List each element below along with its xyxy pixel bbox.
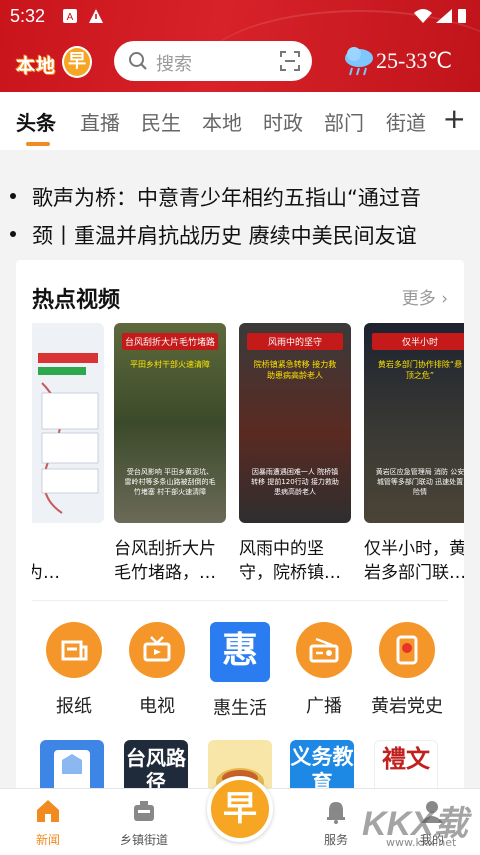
tab-politics[interactable]: 时政 bbox=[263, 107, 303, 136]
video-card[interactable]: 仅半小时 黄岩多部门协作排除“悬顶之危” 黄岩区应急管理局 消防 公安 城管等多… bbox=[364, 323, 464, 585]
channel-tabs: 头条 直播 民生 本地 时政 部门 街道 + bbox=[0, 92, 480, 150]
thumbnail-caption: 台风刮折大片毛竹堵路 bbox=[122, 333, 218, 350]
tab-live[interactable]: 直播 bbox=[80, 107, 120, 136]
video-thumbnail: 风雨中的坚守 院桥镇紧急转移 接力救助患病高龄老人 因暴雨遭遇困难一人 院桥镇转… bbox=[239, 323, 351, 523]
section-divider bbox=[32, 600, 448, 601]
service-label: 广播 bbox=[306, 696, 342, 717]
search-placeholder: 搜索 bbox=[156, 54, 192, 75]
thumbnail-subcaption: 院桥镇紧急转移 接力救助患病高龄老人 bbox=[253, 360, 337, 380]
video-card[interactable]: “巴 減弱为… bbox=[32, 323, 104, 585]
news-item[interactable]: 颈丨重温并肩抗战历史 赓续中美民间友谊 bbox=[10, 220, 417, 250]
thumbnail-body-text: 因暴雨遭遇困难一人 院桥镇转移 提前120行动 接力救助患病高龄老人 bbox=[251, 468, 339, 496]
tab-headline[interactable]: 头条 bbox=[16, 107, 56, 136]
tab-departments[interactable]: 部门 bbox=[324, 107, 364, 136]
service-tv[interactable]: 电视 bbox=[119, 622, 195, 718]
service-label: 电视 bbox=[139, 696, 175, 717]
wifi-icon bbox=[414, 9, 432, 23]
logo-badge: 早 bbox=[62, 46, 92, 78]
news-headline: 歌声为桥：中意青少年相约五指山“通过音 bbox=[32, 186, 421, 210]
logo-text: 本地 bbox=[16, 56, 57, 77]
warning-icon bbox=[89, 9, 103, 23]
video-thumbnail bbox=[32, 323, 104, 523]
add-channel-icon[interactable]: + bbox=[443, 102, 466, 135]
nav-news[interactable]: 新闻 bbox=[8, 797, 88, 848]
video-thumbnail: 台风刮折大片毛竹堵路 平田乡村干部火速清障 受台风影响 平田乡黄泥坑、雷岭村等多… bbox=[114, 323, 226, 523]
video-carousel[interactable]: “巴 減弱为… 台风刮折大片毛竹堵路 平田乡村干部火速清障 受台风影响 平田乡黄… bbox=[32, 323, 464, 593]
nav-label: 乡镇街道 bbox=[119, 833, 168, 847]
thumbnail-body-text: 黄岩区应急管理局 消防 公安 城管等多部门联动 迅速处置险情 bbox=[375, 468, 464, 496]
culture-label: 禮文 bbox=[382, 745, 430, 773]
more-label: 更多 bbox=[401, 289, 436, 309]
video-thumbnail: 仅半小时 黄岩多部门协作排除“悬顶之危” 黄岩区应急管理局 消防 公安 城管等多… bbox=[364, 323, 464, 523]
thumbnail-subcaption: 黄岩多部门协作排除“悬顶之危” bbox=[377, 360, 463, 380]
video-title: “巴 減弱为… bbox=[32, 563, 60, 583]
zao-center-icon[interactable]: 早 bbox=[207, 776, 273, 842]
radio-icon bbox=[296, 622, 352, 678]
service-radio[interactable]: 广播 bbox=[286, 622, 362, 718]
weather-temperature: 25-33℃ bbox=[376, 48, 453, 73]
active-tab-indicator bbox=[26, 142, 50, 146]
video-card[interactable]: 台风刮折大片毛竹堵路 平田乡村干部火速清障 受台风影响 平田乡黄泥坑、雷岭村等多… bbox=[114, 323, 226, 585]
bullet-icon bbox=[10, 193, 16, 199]
service-newspaper[interactable]: 报纸 bbox=[36, 622, 112, 718]
tab-streets[interactable]: 街道 bbox=[386, 107, 426, 136]
town-icon bbox=[134, 801, 154, 821]
nav-label: 新闻 bbox=[35, 833, 60, 847]
bell-icon bbox=[327, 802, 345, 824]
section-title: 热点视频 bbox=[32, 288, 121, 313]
svg-text:A: A bbox=[67, 12, 74, 23]
search-icon bbox=[129, 52, 147, 70]
scan-icon[interactable] bbox=[280, 51, 300, 71]
tab-livelihood[interactable]: 民生 bbox=[141, 107, 181, 136]
chevron-right-icon: › bbox=[441, 289, 448, 309]
service-hui-life[interactable]: 惠 惠生活 bbox=[202, 622, 278, 720]
tv-icon bbox=[129, 622, 185, 678]
bullet-icon bbox=[10, 231, 16, 237]
newspaper-icon bbox=[46, 622, 102, 678]
party-history-icon bbox=[379, 622, 435, 678]
video-title: 台风刮折大片毛竹堵路，… bbox=[114, 539, 216, 583]
more-link[interactable]: 更多 › bbox=[402, 284, 448, 309]
app-logo[interactable]: 本地 早 bbox=[14, 46, 92, 80]
news-headline: 颈丨重温并肩抗战历史 赓续中美民间友谊 bbox=[32, 224, 417, 248]
thumbnail-caption: 风雨中的坚守 bbox=[247, 333, 343, 350]
news-ticker: 歌声为桥：中意青少年相约五指山“通过音 颈丨重温并肩抗战历史 赓续中美民间友谊 bbox=[0, 150, 480, 260]
home-icon bbox=[37, 800, 59, 822]
battery-icon bbox=[458, 9, 466, 23]
video-title: 仅半小时，黄岩多部门联… bbox=[364, 539, 464, 583]
tab-local[interactable]: 本地 bbox=[202, 107, 242, 136]
thumbnail-body-text: 受台风影响 平田乡黄泥坑、雷岭村等多条山路被刮倒的毛竹堵塞 村干部火速清障 bbox=[124, 468, 216, 496]
service-label: 黄岩党史 bbox=[371, 696, 443, 717]
typhoon-path-label: 台风路径 bbox=[126, 746, 186, 794]
service-label: 惠生活 bbox=[213, 698, 267, 719]
video-card[interactable]: 风雨中的坚守 院桥镇紧急转移 接力救助患病高龄老人 因暴雨遭遇困难一人 院桥镇转… bbox=[239, 323, 351, 585]
news-item[interactable]: 歌声为桥：中意青少年相约五指山“通过音 bbox=[10, 182, 421, 212]
status-time: 5:32 bbox=[10, 6, 46, 26]
search-box[interactable]: 搜索 bbox=[114, 41, 312, 81]
thumbnail-subcaption: 平田乡村干部火速清障 bbox=[130, 360, 210, 369]
watermark-url: www.kkx.net bbox=[386, 836, 457, 849]
signal-icon bbox=[436, 9, 452, 23]
hot-video-card: 热点视频 更多 › “巴 減弱为… 台风刮折大片毛竹堵路 平田乡村干部 bbox=[16, 260, 464, 800]
service-label: 报纸 bbox=[56, 696, 92, 717]
app-header: 5:32 A 本地 早 搜索 25-33℃ bbox=[0, 0, 480, 92]
hui-life-icon: 惠 bbox=[210, 622, 270, 682]
nav-towns[interactable]: 乡镇街道 bbox=[104, 797, 184, 848]
video-title: 风雨中的坚守，院桥镇… bbox=[239, 539, 341, 583]
status-indicators bbox=[412, 7, 470, 29]
status-bar: 5:32 A bbox=[0, 0, 480, 32]
cloud-rain-icon bbox=[345, 47, 373, 76]
service-party-history[interactable]: 黄岩党史 bbox=[369, 622, 445, 718]
thumbnail-caption: 仅半小时 bbox=[372, 333, 464, 350]
notification-a-icon: A bbox=[63, 9, 77, 23]
